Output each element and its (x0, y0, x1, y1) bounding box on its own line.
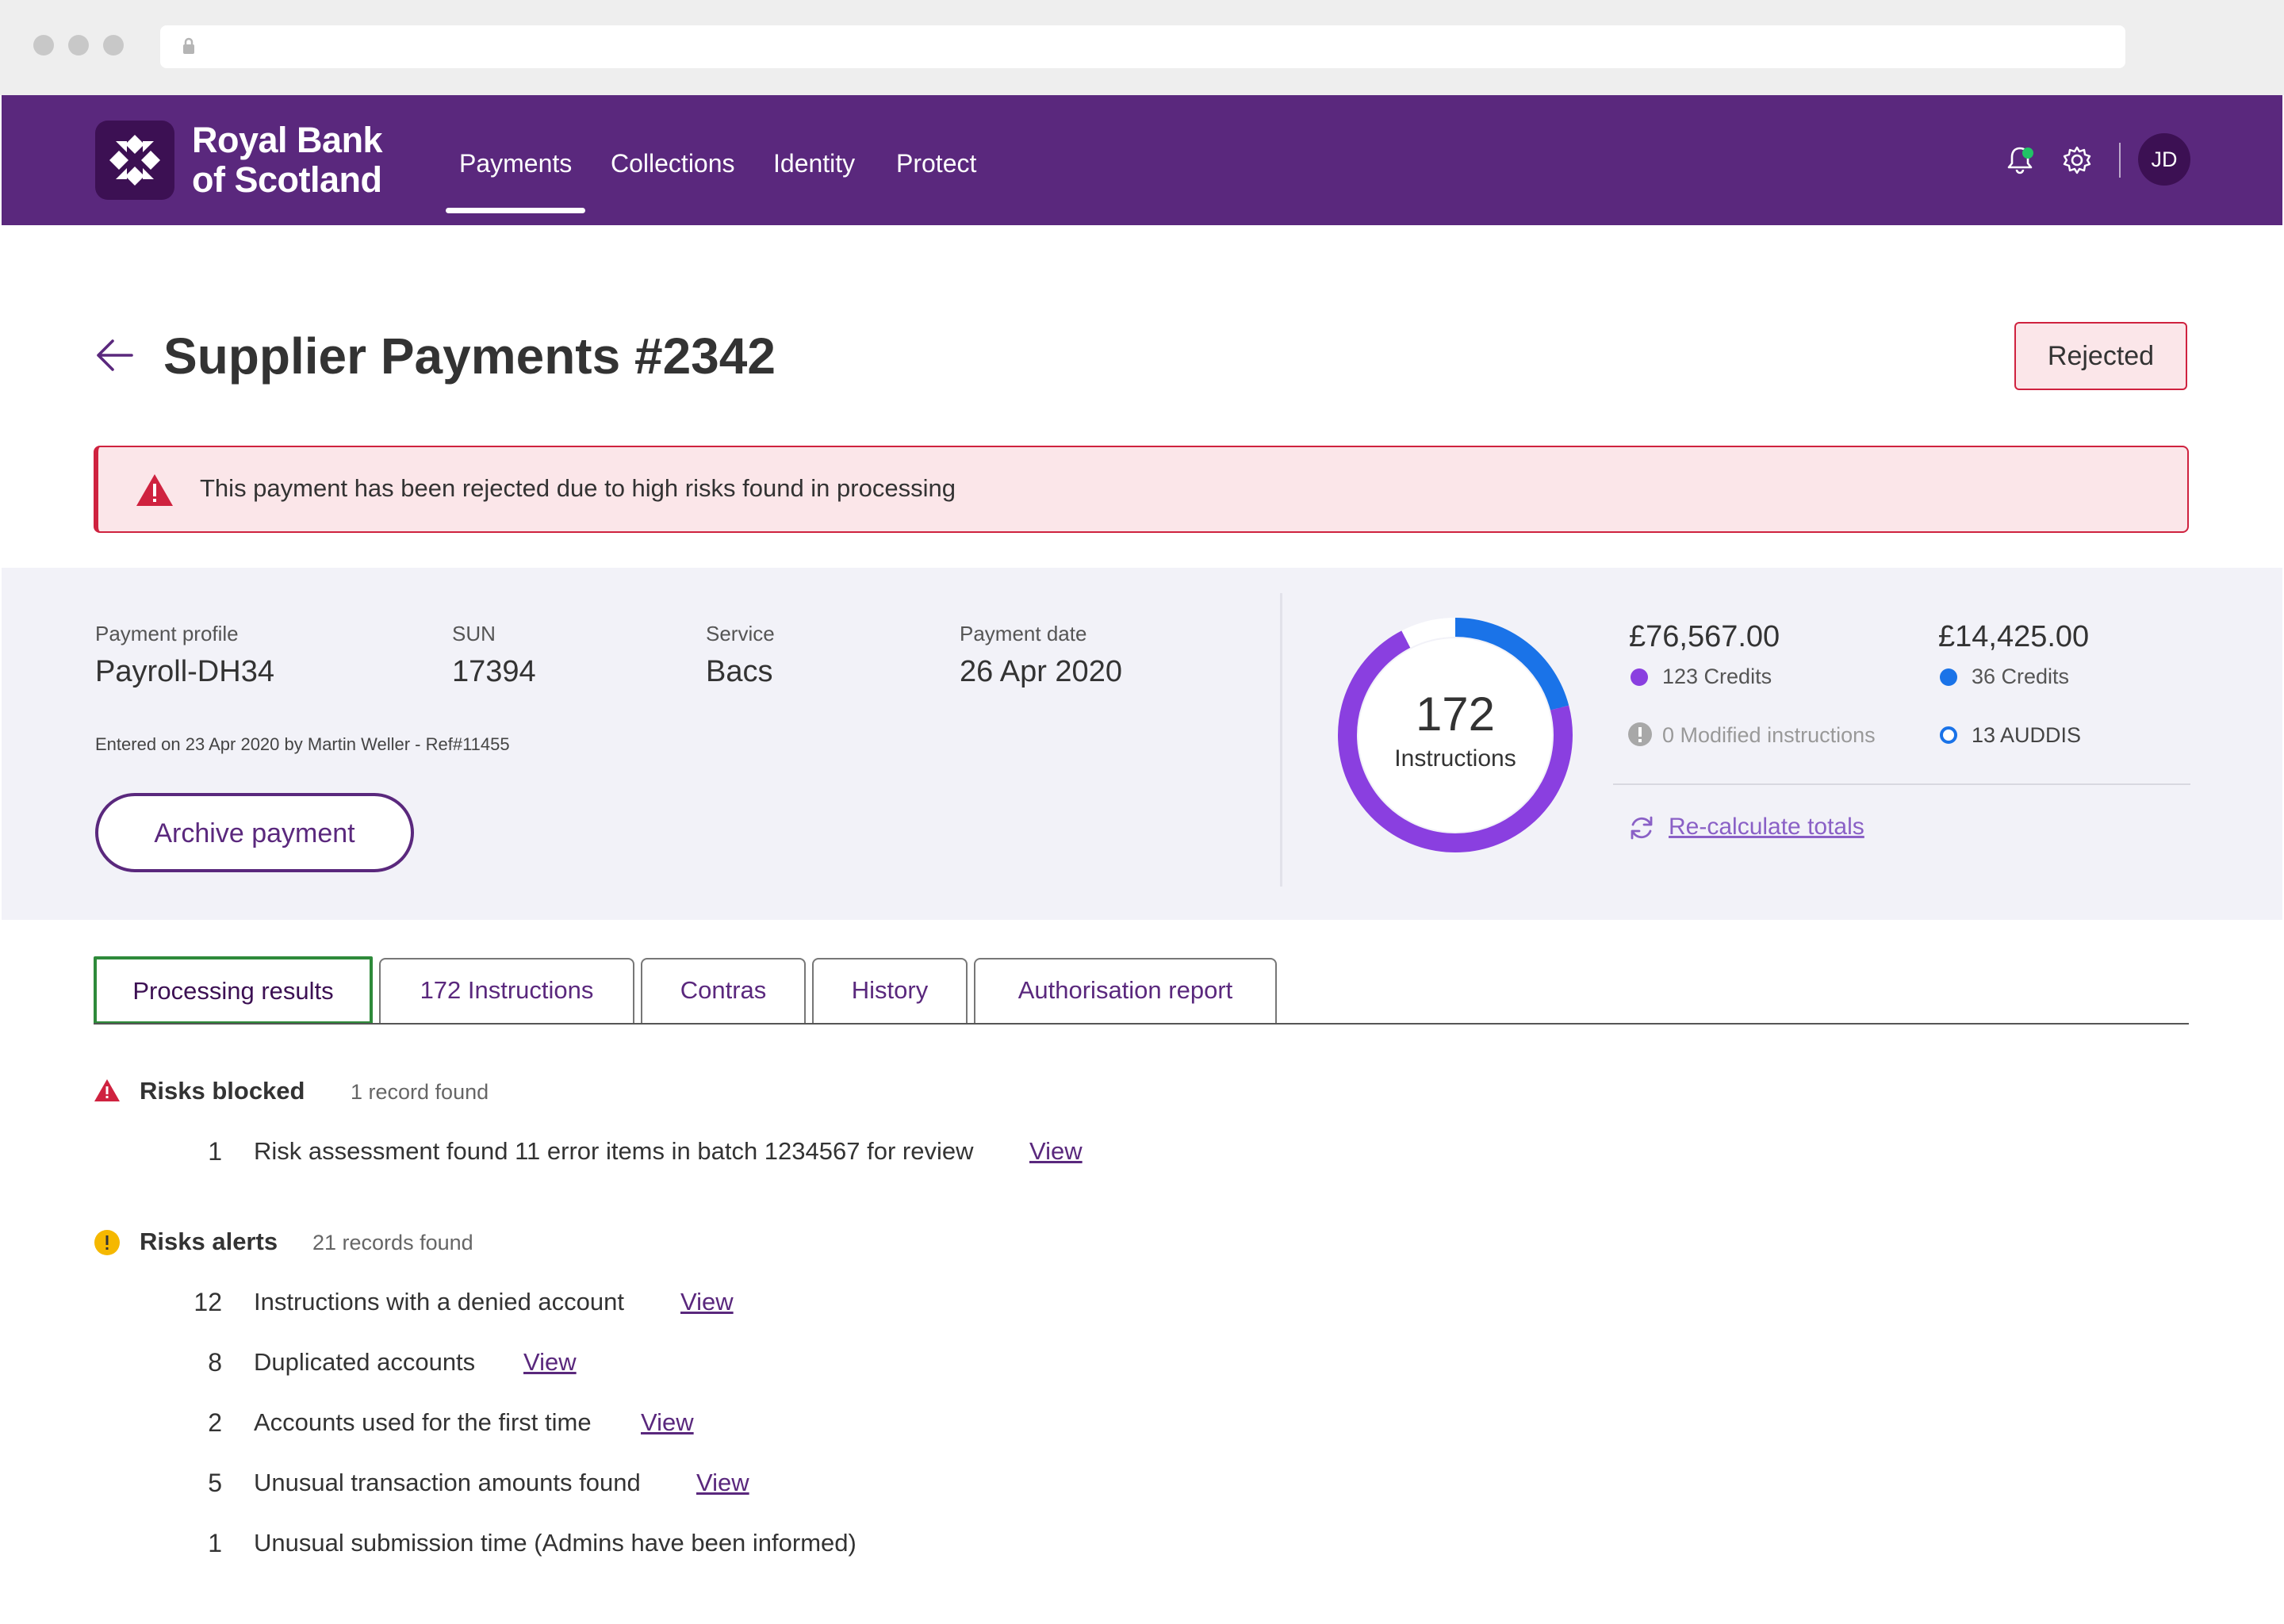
tab-authorisation-report[interactable]: Authorisation report (974, 958, 1277, 1023)
notification-dot (2022, 147, 2033, 159)
recalculate-totals-link[interactable]: Re-calculate totals (1669, 814, 1864, 841)
alert-row-view-link[interactable]: View (641, 1408, 694, 1437)
alert-row-text: Accounts used for the first time (254, 1408, 592, 1436)
status-badge: Rejected (2014, 322, 2187, 390)
risks-alerts-count: 21 records found (312, 1231, 473, 1254)
alert-row-text: Duplicated accounts (254, 1348, 476, 1376)
brand-logo[interactable] (95, 121, 174, 200)
daisy-logo-icon (109, 135, 160, 186)
field-label-date: Payment date (960, 622, 1087, 645)
tab-instructions[interactable]: 172 Instructions (379, 958, 634, 1023)
alert-row-num: 2 (208, 1408, 222, 1437)
alert-row-num: 12 (194, 1288, 222, 1316)
alert-row-view-link[interactable]: View (680, 1288, 734, 1316)
donut-label: Instructions (1394, 745, 1516, 772)
alert-message: This payment has been rejected due to hi… (200, 474, 956, 502)
browser-window: Royal Bank of Scotland Payments Collecti… (0, 0, 2284, 1624)
refresh-icon[interactable] (1627, 814, 1656, 842)
alert-row-view-link[interactable]: View (523, 1348, 577, 1377)
brand-name: Royal Bank of Scotland (192, 120, 383, 200)
nav-collections[interactable]: Collections (611, 149, 735, 178)
risks-blocked-count: 1 record found (351, 1080, 489, 1104)
app-header: Royal Bank of Scotland Payments Collecti… (2, 95, 2282, 225)
donut-total: 172 (1415, 688, 1496, 741)
entered-info: Entered on 23 Apr 2020 by Martin Weller … (95, 734, 510, 754)
legend-dot-blue (1940, 668, 1957, 686)
alert-row-text: Unusual transaction amounts found (254, 1469, 641, 1496)
tabs-baseline (94, 1023, 2189, 1025)
field-value-service: Bacs (706, 655, 773, 688)
credits-amount-2: £14,425.00 (1938, 620, 2090, 653)
window-zoom-dot[interactable] (103, 35, 124, 56)
rejection-alert: This payment has been rejected due to hi… (94, 446, 2189, 533)
user-avatar[interactable]: JD (2138, 133, 2190, 186)
field-label-service: Service (706, 622, 775, 645)
window-minimize-dot[interactable] (68, 35, 89, 56)
auddis-count: 13 AUDDIS (1972, 723, 2082, 747)
lock-icon (183, 37, 194, 54)
back-arrow-icon[interactable] (94, 338, 135, 373)
legend-ring-auddis (1940, 726, 1957, 744)
nav-active-indicator (446, 208, 585, 213)
field-label-sun: SUN (452, 622, 496, 645)
tab-contras[interactable]: Contras (641, 958, 806, 1023)
totals-divider (1613, 783, 2190, 785)
donut-segment-white (1401, 618, 1456, 648)
alert-row-num: 1 (208, 1529, 222, 1557)
archive-payment-button[interactable]: Archive payment (95, 793, 414, 872)
blocked-row-num: 1 (208, 1137, 222, 1166)
info-exclamation-icon (1628, 722, 1652, 746)
summary-divider (1280, 593, 1282, 887)
warning-icon (136, 474, 173, 506)
credits-legend-1: 123 Credits (1662, 665, 1772, 688)
warning-icon (94, 1079, 120, 1101)
brand-name-line1: Royal Bank (192, 120, 383, 160)
legend-dot-purple (1631, 668, 1648, 686)
modified-instructions: 0 Modified instructions (1662, 723, 1876, 747)
alert-row-view-link[interactable]: View (696, 1469, 749, 1497)
brand-name-line2: of Scotland (192, 159, 382, 200)
tab-history[interactable]: History (812, 958, 968, 1023)
blocked-row-view-link[interactable]: View (1029, 1137, 1083, 1166)
field-value-sun: 17394 (452, 655, 536, 688)
gear-icon[interactable] (2061, 144, 2093, 176)
tab-processing-results[interactable]: Processing results (94, 956, 373, 1025)
browser-chrome (0, 0, 2284, 95)
header-divider (2119, 143, 2121, 178)
alert-row-num: 5 (208, 1469, 222, 1497)
field-value-profile: Payroll-DH34 (95, 655, 274, 688)
payment-summary: Payment profile Payroll-DH34 SUN 17394 S… (2, 568, 2282, 920)
page-title: Supplier Payments #2342 (163, 327, 776, 385)
field-label-profile: Payment profile (95, 622, 239, 645)
alert-row-num: 8 (208, 1348, 222, 1377)
address-bar[interactable] (160, 25, 2125, 68)
credits-amount-1: £76,567.00 (1629, 620, 1780, 653)
credits-legend-2: 36 Credits (1972, 665, 2070, 688)
nav-protect[interactable]: Protect (896, 149, 976, 178)
blocked-row-text: Risk assessment found 11 error items in … (254, 1137, 974, 1165)
alert-row-text: Instructions with a denied account (254, 1288, 624, 1316)
risks-blocked-title: Risks blocked (140, 1077, 305, 1105)
alert-row-text: Unusual submission time (Admins have bee… (254, 1529, 856, 1557)
nav-payments[interactable]: Payments (459, 149, 572, 178)
alert-exclamation-icon (94, 1230, 120, 1255)
nav-identity[interactable]: Identity (773, 149, 855, 178)
field-value-date: 26 Apr 2020 (960, 655, 1122, 688)
window-close-dot[interactable] (33, 35, 54, 56)
risks-alerts-title: Risks alerts (140, 1228, 278, 1255)
